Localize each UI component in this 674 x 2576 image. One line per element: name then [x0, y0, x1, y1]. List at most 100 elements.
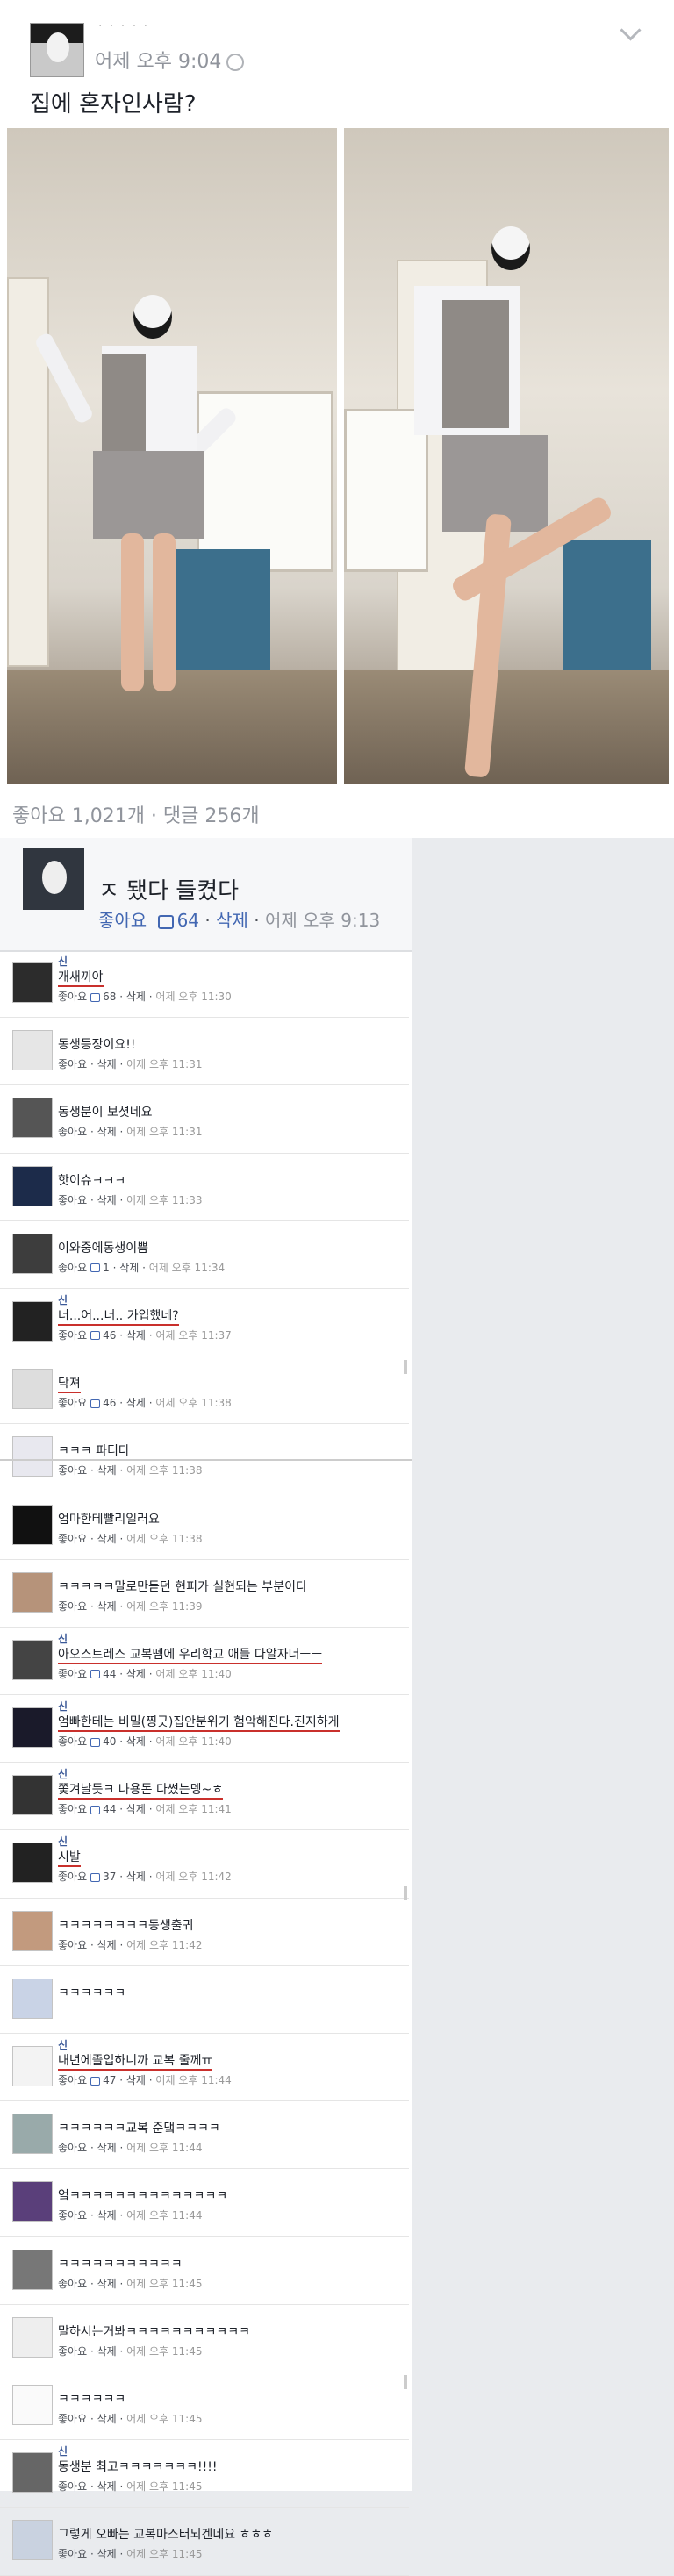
- like-link[interactable]: 좋아요: [58, 2209, 87, 2222]
- delete-link[interactable]: 삭제: [97, 2142, 117, 2154]
- commenter-avatar[interactable]: [12, 2452, 53, 2494]
- commenter-avatar[interactable]: [12, 1300, 53, 1342]
- commenter-name[interactable]: 신: [58, 2037, 68, 2052]
- commenter-avatar[interactable]: [12, 1233, 53, 1274]
- like-link[interactable]: 좋아요: [58, 991, 87, 1003]
- like-link[interactable]: 좋아요: [58, 2278, 87, 2290]
- delete-link[interactable]: 삭제: [97, 2480, 117, 2493]
- commenter-name[interactable]: 신: [58, 1631, 68, 1646]
- like-count[interactable]: 44: [103, 1803, 116, 1815]
- like-count[interactable]: 44: [103, 1668, 116, 1680]
- delete-link[interactable]: 삭제: [126, 1668, 146, 1680]
- like-link[interactable]: 좋아요: [58, 2548, 87, 2560]
- post-time[interactable]: 어제 오후 9:04: [95, 46, 245, 74]
- delete-link[interactable]: 삭제: [97, 2345, 117, 2358]
- like-link[interactable]: 좋아요: [58, 1058, 87, 1070]
- commenter-avatar[interactable]: [12, 2114, 53, 2155]
- delete-link[interactable]: 삭제: [126, 1329, 146, 1342]
- like-link[interactable]: 좋아요: [58, 2074, 87, 2086]
- delete-link[interactable]: 삭제: [126, 1871, 146, 1883]
- delete-link[interactable]: 삭제: [119, 1262, 139, 1274]
- like-link[interactable]: 좋아요: [58, 1668, 87, 1680]
- delete-link[interactable]: 삭제: [97, 2413, 117, 2425]
- like-link[interactable]: 좋아요: [58, 2480, 87, 2493]
- commenter-name[interactable]: 신: [58, 1292, 68, 1307]
- top-comment-avatar[interactable]: [23, 848, 84, 910]
- delete-link[interactable]: 삭제: [97, 2548, 117, 2560]
- commenter-avatar[interactable]: [12, 1165, 53, 1206]
- like-link[interactable]: 좋아요: [58, 1397, 87, 1409]
- delete-link[interactable]: 삭제: [97, 1464, 117, 1477]
- delete-link[interactable]: 삭제: [126, 2074, 146, 2086]
- post-photo-left[interactable]: [7, 128, 337, 784]
- like-link[interactable]: 좋아요: [58, 1803, 87, 1815]
- like-count[interactable]: 68: [103, 991, 116, 1003]
- commenter-avatar[interactable]: [12, 1436, 53, 1478]
- commenter-avatar[interactable]: [12, 1978, 53, 2019]
- commenter-name[interactable]: 신: [58, 1766, 68, 1781]
- commenter-avatar[interactable]: [12, 2181, 53, 2222]
- commenter-avatar[interactable]: [12, 1098, 53, 1139]
- like-link[interactable]: 좋아요: [58, 2345, 87, 2358]
- commenter-avatar[interactable]: [12, 2384, 53, 2425]
- like-link[interactable]: 좋아요: [58, 2142, 87, 2154]
- like-count[interactable]: 1: [103, 1262, 110, 1274]
- scrollbar-thumb[interactable]: [404, 2375, 407, 2389]
- post-photo-right[interactable]: [344, 128, 669, 784]
- like-link[interactable]: 좋아요: [58, 1126, 87, 1138]
- delete-link[interactable]: 삭제: [126, 991, 146, 1003]
- scrollbar-thumb[interactable]: [404, 1886, 407, 1900]
- commenter-name[interactable]: 신: [58, 1834, 68, 1849]
- like-link[interactable]: 좋아요: [58, 1939, 87, 1951]
- delete-link[interactable]: 삭제: [97, 1194, 117, 1206]
- author-avatar[interactable]: [30, 23, 84, 77]
- commenter-name[interactable]: 신: [58, 1699, 68, 1714]
- commenter-avatar[interactable]: [12, 1571, 53, 1613]
- delete-link[interactable]: 삭제: [97, 2278, 117, 2290]
- commenter-avatar[interactable]: [12, 1504, 53, 1545]
- like-link[interactable]: 좋아요: [58, 1262, 87, 1274]
- like-count[interactable]: 40: [103, 1735, 116, 1748]
- delete-link[interactable]: 삭제: [126, 1803, 146, 1815]
- delete-link[interactable]: 삭제: [97, 1939, 117, 1951]
- commenter-avatar[interactable]: [12, 1843, 53, 1884]
- like-count[interactable]: 47: [103, 2074, 116, 2086]
- like-count[interactable]: 64: [177, 910, 199, 931]
- delete-link[interactable]: 삭제: [216, 910, 248, 931]
- commenter-avatar[interactable]: [12, 962, 53, 1003]
- commenter-name[interactable]: 신: [58, 2444, 68, 2458]
- like-link[interactable]: 좋아요: [98, 910, 147, 931]
- commenter-avatar[interactable]: [12, 1707, 53, 1749]
- chevron-down-icon[interactable]: [620, 19, 642, 41]
- like-link[interactable]: 좋아요: [58, 1600, 87, 1613]
- like-link[interactable]: 좋아요: [58, 1871, 87, 1883]
- commenter-avatar[interactable]: [12, 1639, 53, 1680]
- like-link[interactable]: 좋아요: [58, 1194, 87, 1206]
- commenter-avatar[interactable]: [12, 1369, 53, 1410]
- delete-link[interactable]: 삭제: [97, 1533, 117, 1545]
- like-count[interactable]: 46: [103, 1397, 116, 1409]
- commenter-avatar[interactable]: [12, 2316, 53, 2358]
- like-link[interactable]: 좋아요: [58, 1735, 87, 1748]
- delete-link[interactable]: 삭제: [126, 1735, 146, 1748]
- like-count[interactable]: 37: [103, 1871, 116, 1883]
- commenter-avatar[interactable]: [12, 1775, 53, 1816]
- delete-link[interactable]: 삭제: [97, 1126, 117, 1138]
- commenter-avatar[interactable]: [12, 2249, 53, 2290]
- delete-link[interactable]: 삭제: [97, 1600, 117, 1613]
- commenter-avatar[interactable]: [12, 1910, 53, 1951]
- scrollbar-thumb[interactable]: [404, 1360, 407, 1374]
- commenter-avatar[interactable]: [12, 1030, 53, 1071]
- commenter-avatar[interactable]: [12, 2046, 53, 2086]
- like-link[interactable]: 좋아요: [58, 2413, 87, 2425]
- like-count[interactable]: 46: [103, 1329, 116, 1342]
- author-name[interactable]: · · · · ·: [98, 19, 149, 33]
- delete-link[interactable]: 삭제: [126, 1397, 146, 1409]
- like-link[interactable]: 좋아요: [58, 1464, 87, 1477]
- like-link[interactable]: 좋아요: [58, 1329, 87, 1342]
- commenter-name[interactable]: 신: [58, 954, 68, 969]
- like-link[interactable]: 좋아요: [58, 1533, 87, 1545]
- delete-link[interactable]: 삭제: [97, 2209, 117, 2222]
- commenter-avatar[interactable]: [12, 2520, 53, 2561]
- delete-link[interactable]: 삭제: [97, 1058, 117, 1070]
